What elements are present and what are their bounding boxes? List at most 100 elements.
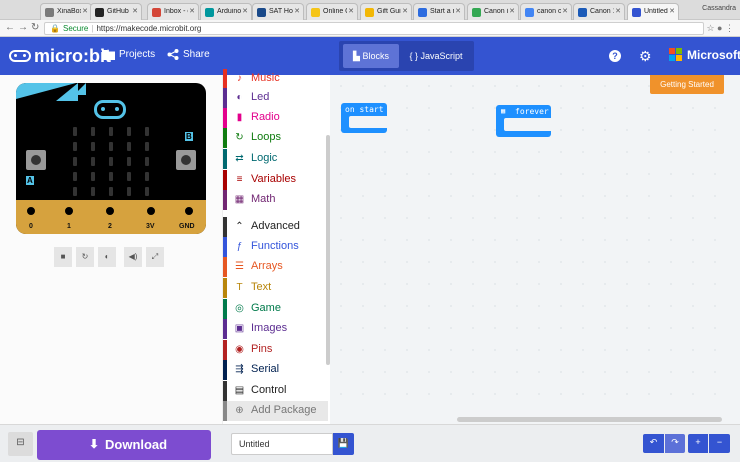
grid-dot	[714, 195, 716, 197]
javascript-tab[interactable]: { } JavaScript	[401, 44, 471, 68]
blocks-tab[interactable]: ▙ Blocks	[343, 44, 399, 68]
toolbox-category-logic[interactable]: ⇄ Logic	[223, 149, 328, 169]
browser-tab[interactable]: Gift Guid✕	[360, 3, 412, 20]
browser-tab[interactable]: Canon 1 ✕	[573, 3, 625, 20]
browser-tab[interactable]: Inbox - c✕	[147, 3, 199, 20]
grid-dot	[538, 195, 540, 197]
pin-gnd[interactable]	[182, 204, 196, 218]
help-icon[interactable]: ?	[609, 50, 621, 62]
close-tab-icon[interactable]: ✕	[402, 7, 408, 15]
close-tab-icon[interactable]: ✕	[82, 7, 88, 15]
undo-icon[interactable]: ↶	[643, 434, 664, 453]
toolbox-category-functions[interactable]: ƒ Functions	[223, 237, 328, 257]
slowmo-icon[interactable]: ◐	[98, 247, 116, 267]
close-tab-icon[interactable]: ✕	[132, 7, 138, 15]
on-start-block[interactable]: on start	[341, 103, 387, 133]
button-a[interactable]	[26, 150, 46, 170]
category-icon: ≡	[236, 174, 243, 185]
close-tab-icon[interactable]: ✕	[348, 7, 354, 15]
grid-dot	[604, 195, 606, 197]
pin-1[interactable]	[62, 204, 76, 218]
browser-tab[interactable]: Online G✕	[306, 3, 358, 20]
stop-icon[interactable]: ■	[54, 247, 72, 267]
reload-icon[interactable]: ↻	[31, 22, 39, 33]
category-icon: ▤	[234, 385, 245, 396]
grid-dot	[714, 151, 716, 153]
grid-dot	[714, 349, 716, 351]
project-name-field[interactable]: Untitled	[231, 433, 333, 455]
pin-2[interactable]	[103, 204, 117, 218]
download-label: Download	[105, 437, 168, 452]
projects-button[interactable]: Projects	[102, 49, 155, 60]
workspace-scrollbar[interactable]	[457, 417, 722, 422]
redo-icon[interactable]: ↷	[665, 434, 685, 453]
button-b[interactable]	[176, 150, 196, 170]
toolbox-category-led[interactable]: ◐ Led	[223, 88, 328, 108]
browser-tab[interactable]: SAT Hor ✕	[252, 3, 304, 20]
close-tab-icon[interactable]: ✕	[509, 7, 515, 15]
close-tab-icon[interactable]: ✕	[455, 7, 461, 15]
restart-icon[interactable]: ↻	[76, 247, 94, 267]
grid-dot	[582, 107, 584, 109]
toolbox-category-pins[interactable]: ◉ Pins	[223, 340, 328, 360]
toolbox-category-serial[interactable]: ⇶ Serial	[223, 360, 328, 380]
zoom-out-icon[interactable]: −	[709, 434, 730, 453]
toolbox-category-music[interactable]: ♪ Music	[223, 69, 328, 89]
toolbox-category-control[interactable]: ▤ Control	[223, 381, 328, 401]
grid-dot	[494, 305, 496, 307]
mute-icon[interactable]: ◀)	[124, 247, 142, 267]
close-tab-icon[interactable]: ✕	[562, 7, 568, 15]
close-tab-icon[interactable]: ✕	[615, 7, 621, 15]
toolbox-category-images[interactable]: ▣ Images	[223, 319, 328, 339]
grid-dot	[582, 195, 584, 197]
back-icon[interactable]: ←	[5, 22, 15, 33]
grid-dot	[406, 217, 408, 219]
zoom-in-icon[interactable]: +	[688, 434, 708, 453]
browser-menu-icon[interactable]: ☆ ● ⋮	[706, 23, 734, 34]
microbit-logo[interactable]: micro:bit	[9, 46, 111, 67]
pin-3v[interactable]	[144, 204, 158, 218]
microbit-simulator[interactable]: A B 0 1 2 3V GND	[16, 83, 206, 234]
toolbox-category-add-package[interactable]: ⊕ Add Package	[223, 401, 328, 421]
grid-dot	[362, 393, 364, 395]
toolbox-category-variables[interactable]: ≡ Variables	[223, 170, 328, 190]
grid-dot	[428, 327, 430, 329]
grid-dot	[340, 327, 342, 329]
category-label: Images	[251, 322, 288, 334]
toolbox-category-game[interactable]: ◎ Game	[223, 299, 328, 319]
toolbox-category-math[interactable]: ▦ Math	[223, 190, 328, 210]
toggle-simulator-icon[interactable]: ⊟	[8, 432, 33, 456]
close-tab-icon[interactable]: ✕	[189, 7, 195, 15]
download-button[interactable]: ⬇ Download	[37, 430, 211, 460]
toolbox-category-advanced[interactable]: ⌃ Advanced	[223, 217, 328, 237]
forward-icon[interactable]: →	[18, 22, 28, 33]
toolbox-category-arrays[interactable]: ☰ Arrays	[223, 257, 328, 277]
browser-tab[interactable]: Untitled ✕	[627, 3, 679, 20]
getting-started-button[interactable]: Getting Started	[650, 75, 724, 94]
share-button[interactable]: Share	[167, 49, 210, 60]
browser-tab[interactable]: GitHub - c✕	[90, 3, 142, 20]
profile-name[interactable]: Cassandra	[702, 5, 736, 12]
browser-tab[interactable]: Arduino ✕	[200, 3, 252, 20]
browser-tab[interactable]: XinaBox ✕	[40, 3, 92, 20]
fullscreen-icon[interactable]: ⤢	[146, 247, 164, 267]
grid-dot	[516, 195, 518, 197]
pin-0[interactable]	[24, 204, 38, 218]
browser-tab[interactable]: Canon in✕	[467, 3, 519, 20]
close-tab-icon[interactable]: ✕	[242, 7, 248, 15]
close-tab-icon[interactable]: ✕	[669, 7, 675, 15]
category-icon: ▦	[234, 194, 245, 205]
toolbox-category-text[interactable]: T Text	[223, 278, 328, 298]
forever-block[interactable]: ▦ forever	[496, 105, 551, 137]
url-field[interactable]: 🔒 Secure | https://makecode.microbit.org	[44, 22, 704, 35]
browser-tab[interactable]: Start a n ✕	[413, 3, 465, 20]
toolbox-category-loops[interactable]: ↻ Loops	[223, 128, 328, 148]
save-icon[interactable]: 💾	[333, 433, 354, 455]
browser-tab[interactable]: canon cy✕	[520, 3, 572, 20]
gear-icon[interactable]: ⚙	[639, 48, 652, 65]
close-tab-icon[interactable]: ✕	[294, 7, 300, 15]
grid-dot	[384, 327, 386, 329]
grid-dot	[604, 283, 606, 285]
grid-dot	[384, 349, 386, 351]
toolbox-category-radio[interactable]: ▮ Radio	[223, 108, 328, 128]
